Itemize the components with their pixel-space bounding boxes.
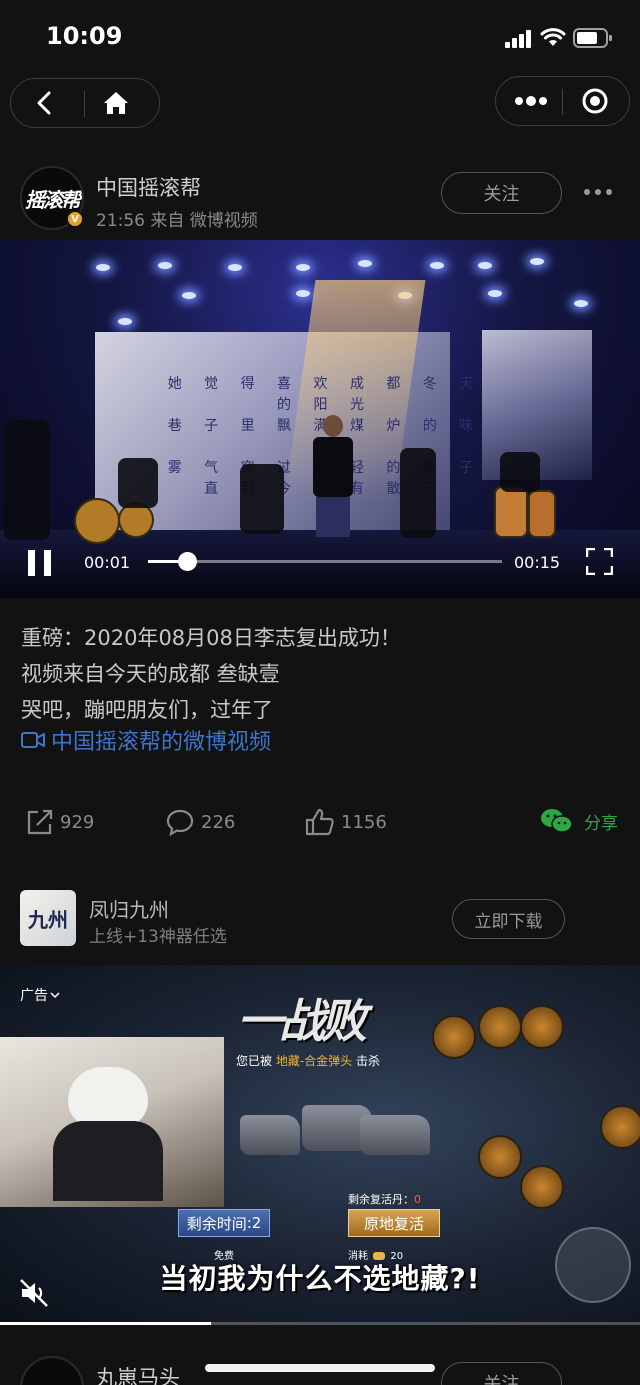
- ad-app-icon-logo: 九州: [28, 907, 68, 932]
- comment-icon: [166, 809, 194, 836]
- time-left-label: 剩余时间: [186, 1214, 247, 1233]
- next-follow-button[interactable]: 关注: [441, 1362, 562, 1385]
- wechat-share-button[interactable]: 分享: [540, 808, 618, 834]
- post-text-line: 重磅：2020年08月08日李志复出成功！: [21, 626, 401, 650]
- ad-title[interactable]: 凤归九州: [89, 894, 169, 923]
- video-progress-knob[interactable]: [177, 552, 197, 571]
- comment-button[interactable]: 226: [165, 808, 235, 836]
- verified-badge-icon: V: [66, 210, 84, 228]
- thumbs-up-icon: [305, 808, 334, 836]
- repost-count: 929: [60, 811, 95, 833]
- post-text-line: 视频来自今天的成都 叁缺壹: [21, 662, 280, 686]
- revive-count-label: 剩余复活丹：0: [348, 1191, 421, 1207]
- kill-message-target: 地藏-合金弹头: [275, 1054, 353, 1068]
- post-body: 重磅：2020年08月08日李志复出成功！ 视频来自今天的成都 叁缺壹 哭吧，蹦…: [21, 620, 401, 728]
- battery-icon: [573, 28, 612, 48]
- kill-message-prefix: 您已被: [236, 1054, 273, 1068]
- status-bar: 10:09: [0, 0, 640, 76]
- lyric-line: 她 觉 得 喜 欢 成 都 冬 天 的 阳 光: [167, 376, 483, 413]
- ad-label-text: 广告: [20, 988, 48, 1004]
- download-button[interactable]: 立即下载: [452, 899, 565, 939]
- comment-count: 226: [201, 811, 236, 833]
- post-meta: 21:56 来自 微博视频: [96, 211, 258, 231]
- repost-icon: [27, 809, 53, 835]
- ad-caption: 当初我为什么不选地藏?!: [159, 1262, 481, 1295]
- post-text-line: 哭吧，蹦吧朋友们，过年了: [21, 698, 273, 722]
- video-current-time: 00:01: [84, 553, 131, 572]
- more-menu-icon[interactable]: [512, 87, 550, 115]
- home-icon[interactable]: [99, 89, 133, 117]
- close-miniapp-icon[interactable]: [578, 87, 612, 115]
- time-left-badge: 剩余时间:2: [178, 1209, 270, 1237]
- cellular-signal-icon: [505, 30, 533, 48]
- home-indicator[interactable]: [205, 1364, 435, 1372]
- singer-figure: [310, 415, 356, 537]
- video-player[interactable]: 她 觉 得 喜 欢 成 都 冬 天 的 阳 光 巷 子 里 飘 满 煤 炉 的 …: [0, 240, 640, 598]
- like-button[interactable]: 1156: [305, 808, 387, 836]
- post-more-icon[interactable]: [584, 189, 612, 195]
- author-name[interactable]: 中国摇滚帮: [96, 172, 201, 202]
- kill-message-suffix: 击杀: [356, 1054, 381, 1068]
- revive-count: 0: [414, 1193, 421, 1206]
- repost-button[interactable]: 929: [26, 808, 94, 836]
- nav-capsule-left: [10, 78, 160, 128]
- video-total-time: 00:15: [514, 553, 561, 572]
- wifi-icon: [540, 28, 566, 46]
- pause-icon[interactable]: [28, 550, 52, 576]
- chevron-down-icon: [50, 992, 60, 999]
- game-defeat-title: 一战败: [237, 994, 367, 1048]
- video-link-label: 中国摇滚帮的微博视频: [51, 730, 272, 755]
- fullscreen-icon[interactable]: [586, 548, 613, 575]
- follow-button[interactable]: 关注: [441, 172, 562, 214]
- ad-app-icon[interactable]: 九州: [20, 890, 76, 946]
- share-label: 分享: [584, 813, 618, 834]
- mute-icon[interactable]: [18, 1277, 50, 1309]
- ad-progress-fill: [0, 1322, 212, 1325]
- kill-message: 您已被 地藏-合金弹头 击杀: [236, 1052, 380, 1069]
- nav-capsule-right: [495, 76, 630, 126]
- video-link[interactable]: 中国摇滚帮的微博视频: [21, 724, 271, 756]
- next-author-avatar[interactable]: [20, 1356, 84, 1385]
- revive-label-text: 剩余复活丹：: [348, 1193, 414, 1206]
- video-controls: 00:01 00:15: [0, 540, 640, 584]
- next-author-name[interactable]: 丸崽马头: [96, 1362, 180, 1385]
- status-time: 10:09: [46, 22, 123, 50]
- ad-webcam-overlay: [0, 1037, 224, 1207]
- ad-subtitle: 上线+13神器任选: [89, 927, 227, 947]
- ad-progress-bar: [0, 1322, 640, 1325]
- time-left-value: :2: [246, 1214, 262, 1232]
- video-progress-bar[interactable]: [148, 552, 502, 571]
- back-icon[interactable]: [29, 89, 59, 117]
- post-actions: 929 226 1156 分享: [0, 800, 640, 846]
- ad-video[interactable]: 广告 一战败 您已被 地藏-合金弹头 击杀 剩余时间:2 剩余复活丹：0 原地复…: [0, 965, 640, 1325]
- like-count: 1156: [341, 811, 387, 833]
- revive-button: 原地复活: [348, 1209, 440, 1237]
- avatar-logo: 摇滚帮: [25, 187, 81, 212]
- video-camera-icon: [21, 732, 45, 748]
- ad-label[interactable]: 广告: [20, 985, 60, 1005]
- wechat-icon: [541, 809, 573, 833]
